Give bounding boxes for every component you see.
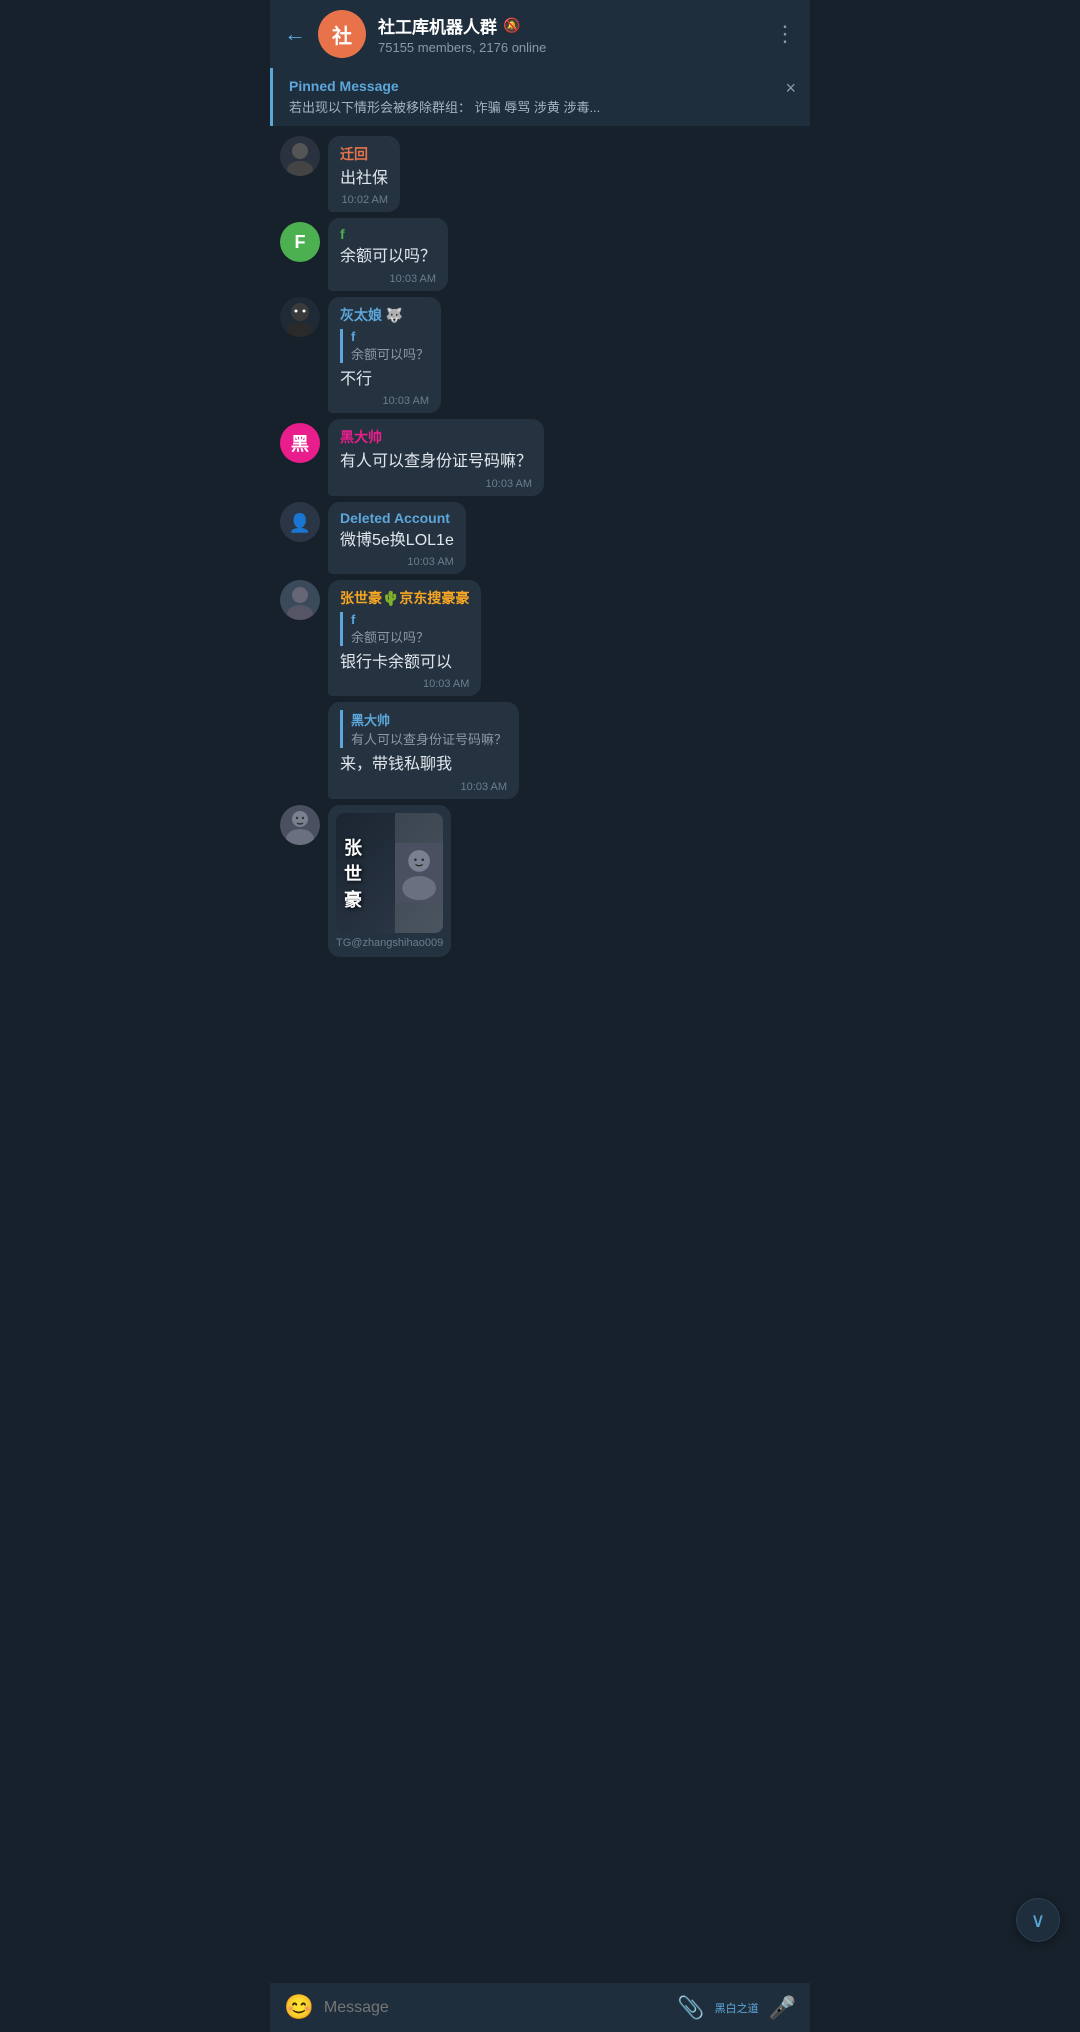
group-subtitle: 75155 members, 2176 online — [378, 40, 762, 55]
message-bubble: 灰太娘 🐺 f 余额可以吗？ 不行 10:03 AM — [328, 297, 441, 413]
quote-text: 余额可以吗？ — [351, 344, 429, 363]
quote-block: 黑大帅 有人可以查身份证号码嘛？ — [340, 710, 507, 748]
watermark-label: 黑白之道 — [715, 2000, 759, 2016]
message-row: 张 世 豪 TG@zhangshihao009 — [280, 805, 800, 957]
message-bubble: 张世豪🌵京东搜豪豪 f 余额可以吗？ 银行卡余额可以 10:03 AM — [328, 580, 481, 696]
message-row: 张世豪🌵京东搜豪豪 f 余额可以吗？ 银行卡余额可以 10:03 AM — [280, 580, 800, 696]
quote-text: 余额可以吗？ — [351, 627, 469, 646]
message-time: 10:03 AM — [340, 273, 436, 285]
message-bubble: 迁回 出社保 10:02 AM — [328, 136, 400, 212]
message-row: 👤 Deleted Account 微博5e换LOL1e 10:03 AM — [280, 502, 800, 574]
pinned-text: 若出现以下情形会被移除群组： 诈骗 辱骂 涉黄 涉毒... — [289, 97, 777, 116]
avatar — [280, 136, 320, 176]
message-time: 10:02 AM — [340, 194, 388, 206]
quote-author: 黑大帅 — [351, 710, 507, 729]
bottom-input-bar: 😊 📎 黑白之道 🎤 — [270, 1983, 810, 2032]
quote-author: f — [351, 329, 429, 344]
svg-text:👤: 👤 — [289, 511, 311, 532]
pinned-message-bar: Pinned Message 若出现以下情形会被移除群组： 诈骗 辱骂 涉黄 涉… — [270, 68, 810, 126]
avatar — [280, 580, 320, 620]
sender-name: 黑大帅 — [340, 427, 532, 447]
mic-button[interactable]: 🎤 — [769, 1995, 796, 2021]
message-time: 10:03 AM — [340, 678, 469, 690]
attach-button[interactable]: 📎 — [677, 1995, 704, 2021]
group-title: 社工库机器人群 🔕 — [378, 13, 762, 38]
message-text: 来，带钱私聊我 — [340, 754, 507, 776]
pinned-title: Pinned Message — [289, 78, 777, 94]
scroll-to-bottom-button[interactable]: ∨ — [1016, 1898, 1060, 1942]
sticker-text: 张 世 豪 — [344, 834, 387, 912]
chat-area: 迁回 出社保 10:02 AM F f 余额可以吗？ 10:03 AM 灰太娘 … — [270, 126, 810, 1037]
message-text: 银行卡余额可以 — [340, 652, 469, 674]
mute-icon: 🔕 — [503, 17, 520, 34]
avatar — [280, 805, 320, 845]
quote-block: f 余额可以吗？ — [340, 329, 429, 363]
sticker-image: 张 世 豪 — [336, 813, 443, 933]
message-input[interactable] — [324, 1999, 667, 2017]
group-name: 社工库机器人群 — [378, 13, 497, 38]
back-button[interactable]: ← — [284, 21, 306, 47]
avatar: 黑 — [280, 423, 320, 463]
quote-text: 有人可以查身份证号码嘛？ — [351, 729, 507, 748]
message-text: 余额可以吗？ — [340, 246, 436, 268]
message-text: 出社保 — [340, 168, 388, 190]
sender-name: Deleted Account — [340, 510, 454, 526]
pinned-close-button[interactable]: × — [777, 78, 796, 99]
chat-header: ← 社 社工库机器人群 🔕 75155 members, 2176 online… — [270, 0, 810, 68]
message-row: 黑大帅 有人可以查身份证号码嘛？ 来，带钱私聊我 10:03 AM — [280, 702, 800, 798]
avatar: F — [280, 222, 320, 262]
message-text: 微博5e换LOL1e — [340, 530, 454, 552]
more-options-button[interactable]: ⋮ — [774, 21, 796, 47]
sticker-bubble: 张 世 豪 TG@zhangshihao009 — [328, 805, 451, 957]
sender-name: 灰太娘 🐺 — [340, 305, 429, 325]
message-row: F f 余额可以吗？ 10:03 AM — [280, 218, 800, 290]
message-time: 10:03 AM — [340, 556, 454, 568]
message-text: 不行 — [340, 369, 429, 391]
sender-name: f — [340, 226, 436, 242]
sticker-caption: TG@zhangshihao009 — [336, 937, 443, 949]
message-time: 10:03 AM — [340, 395, 429, 407]
message-row: 黑 黑大帅 有人可以查身份证号码嘛？ 10:03 AM — [280, 419, 800, 495]
header-info: 社工库机器人群 🔕 75155 members, 2176 online — [378, 13, 762, 55]
message-time: 10:03 AM — [340, 478, 532, 490]
avatar: 👤 — [280, 502, 320, 542]
emoji-button[interactable]: 😊 — [284, 1993, 314, 2022]
message-row: 迁回 出社保 10:02 AM — [280, 136, 800, 212]
message-bubble: Deleted Account 微博5e换LOL1e 10:03 AM — [328, 502, 466, 574]
message-time: 10:03 AM — [340, 781, 507, 793]
sender-name: 迁回 — [340, 144, 388, 164]
message-bubble: 黑大帅 有人可以查身份证号码嘛？ 10:03 AM — [328, 419, 544, 495]
message-bubble: 黑大帅 有人可以查身份证号码嘛？ 来，带钱私聊我 10:03 AM — [328, 702, 519, 798]
avatar — [280, 297, 320, 337]
message-row: 灰太娘 🐺 f 余额可以吗？ 不行 10:03 AM — [280, 297, 800, 413]
quote-author: f — [351, 612, 469, 627]
message-bubble: f 余额可以吗？ 10:03 AM — [328, 218, 448, 290]
message-text: 有人可以查身份证号码嘛？ — [340, 451, 532, 473]
sender-name: 张世豪🌵京东搜豪豪 — [340, 588, 469, 608]
quote-block: f 余额可以吗？ — [340, 612, 469, 646]
group-avatar: 社 — [318, 10, 366, 58]
pinned-content: Pinned Message 若出现以下情形会被移除群组： 诈骗 辱骂 涉黄 涉… — [289, 78, 777, 116]
